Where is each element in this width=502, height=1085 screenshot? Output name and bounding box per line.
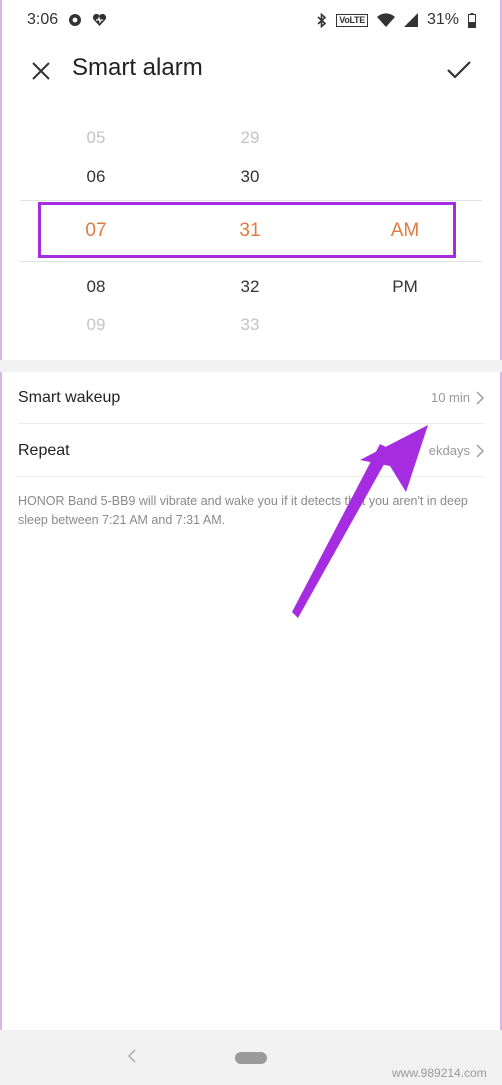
volte-icon: VoLTE [336, 13, 368, 27]
signal-icon [403, 13, 418, 27]
hour-option[interactable]: 05 [36, 128, 156, 148]
period-option[interactable]: PM [345, 277, 465, 297]
minute-option[interactable]: 32 [190, 277, 310, 297]
app-header: Smart alarm [0, 40, 502, 98]
battery-percent: 31% [426, 11, 459, 28]
smart-wakeup-row[interactable]: Smart wakeup 10 min [18, 372, 484, 424]
smart-wakeup-value-group: 10 min [431, 390, 484, 405]
section-separator [0, 360, 502, 372]
chevron-right-icon [476, 444, 484, 457]
nav-back-button[interactable] [122, 1046, 142, 1066]
hour-option[interactable]: 09 [36, 315, 156, 335]
back-chevron-icon [128, 1049, 136, 1063]
nav-home-pill[interactable] [235, 1052, 267, 1064]
battery-icon [468, 12, 476, 28]
check-icon [447, 61, 471, 79]
settings-gear-icon [68, 13, 82, 27]
repeat-value-group: ekdays [429, 443, 484, 458]
chevron-right-icon [476, 391, 484, 404]
watermark: www.989214.com [392, 1066, 487, 1080]
confirm-button[interactable] [443, 54, 475, 86]
repeat-label: Repeat [18, 441, 70, 459]
smart-wakeup-value: 10 min [430, 390, 470, 405]
minute-option[interactable]: 30 [190, 167, 310, 187]
minute-option[interactable]: 29 [190, 128, 310, 148]
smart-wakeup-label: Smart wakeup [18, 388, 121, 406]
page-title: Smart alarm [72, 54, 203, 81]
repeat-value: ekdays [428, 443, 470, 458]
status-time: 3:06 [27, 11, 59, 28]
hour-option[interactable]: 08 [36, 277, 156, 297]
bluetooth-icon [317, 12, 327, 28]
heart-icon [92, 13, 107, 27]
close-button[interactable] [26, 56, 56, 86]
selection-highlight-box [38, 202, 456, 258]
wifi-icon [376, 13, 395, 27]
repeat-row[interactable]: Repeat ekdays [18, 425, 484, 477]
close-icon [32, 62, 50, 80]
minute-option[interactable]: 33 [190, 315, 310, 335]
smart-wakeup-description: HONOR Band 5-BB9 will vibrate and wake y… [18, 494, 468, 527]
status-bar: 3:06 VoLTE 31% [0, 0, 502, 40]
hour-option[interactable]: 06 [36, 167, 156, 187]
